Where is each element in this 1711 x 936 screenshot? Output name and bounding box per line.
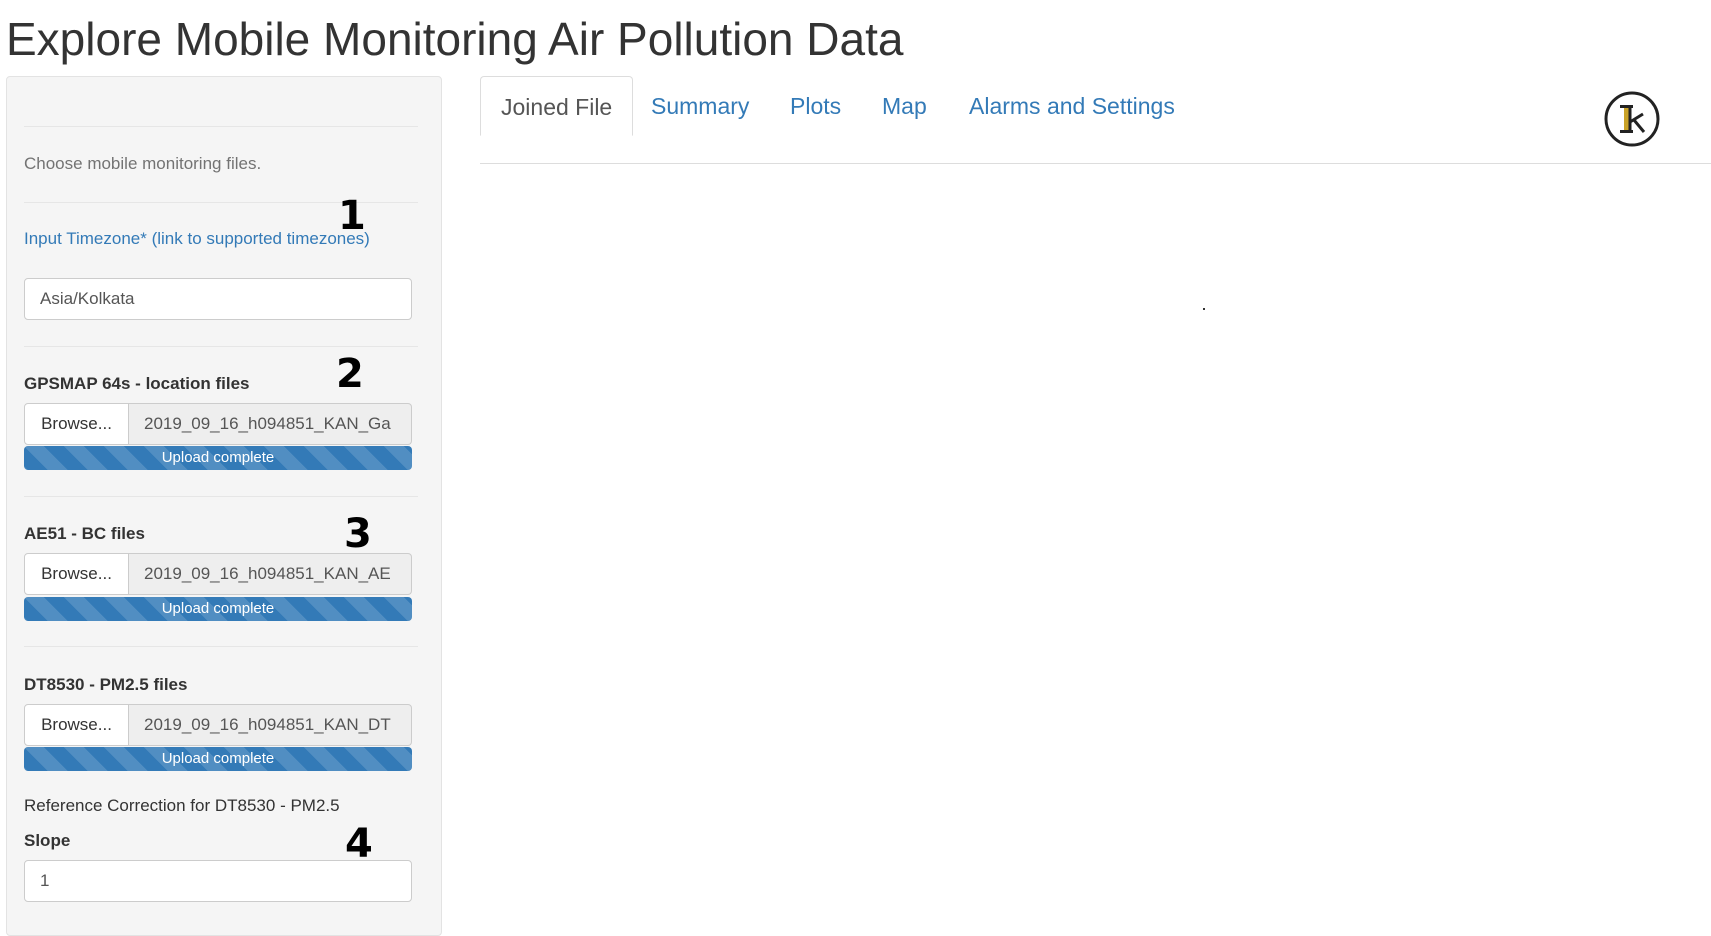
tab-plots[interactable]: Plots (770, 76, 861, 136)
slope-input[interactable] (24, 860, 412, 902)
ilk-logo-icon (1604, 91, 1660, 147)
reference-correction-label: Reference Correction for DT8530 - PM2.5 (24, 796, 340, 815)
bc-browse-button[interactable]: Browse... (24, 553, 129, 595)
step-marker-2: 2 (336, 351, 364, 397)
timezone-link[interactable]: Input Timezone* (link to supported timez… (24, 229, 370, 249)
divider (24, 646, 418, 647)
tab-joined-file[interactable]: Joined File (480, 76, 634, 136)
loading-dot (1203, 308, 1205, 310)
divider (24, 346, 418, 347)
gps-upload-progress: Upload complete (24, 446, 412, 470)
pm25-file-input: Browse... 2019_09_16_h094851_KAN_DT (24, 704, 412, 746)
tab-map[interactable]: Map (862, 76, 947, 136)
tab-bar: Joined File Summary Plots Map Alarms and… (480, 76, 1711, 164)
gps-file-input: Browse... 2019_09_16_h094851_KAN_Ga (24, 403, 412, 445)
divider (24, 496, 418, 497)
pm25-browse-button[interactable]: Browse... (24, 704, 129, 746)
bc-upload-progress: Upload complete (24, 597, 412, 621)
timezone-input[interactable] (24, 278, 412, 320)
pm25-progress-bar: Upload complete (24, 747, 412, 771)
pm25-upload-progress: Upload complete (24, 747, 412, 771)
divider (24, 126, 418, 127)
tab-summary[interactable]: Summary (631, 76, 769, 136)
page-title: Explore Mobile Monitoring Air Pollution … (6, 13, 904, 65)
help-text: Choose mobile monitoring files. (24, 154, 262, 173)
bc-file-input: Browse... 2019_09_16_h094851_KAN_AE (24, 553, 412, 595)
bc-files-label: AE51 - BC files (24, 524, 145, 543)
gps-file-name: 2019_09_16_h094851_KAN_Ga (129, 403, 412, 445)
tab-alarms-settings[interactable]: Alarms and Settings (949, 76, 1195, 136)
gps-progress-bar: Upload complete (24, 446, 412, 470)
step-marker-4: 4 (345, 821, 373, 867)
step-marker-3: 3 (344, 511, 372, 557)
gps-files-label: GPSMAP 64s - location files (24, 374, 250, 393)
gps-browse-button[interactable]: Browse... (24, 403, 129, 445)
step-marker-1: 1 (338, 193, 366, 239)
pm25-file-name: 2019_09_16_h094851_KAN_DT (129, 704, 412, 746)
bc-file-name: 2019_09_16_h094851_KAN_AE (129, 553, 412, 595)
pm25-files-label: DT8530 - PM2.5 files (24, 675, 188, 694)
slope-label: Slope (24, 831, 71, 850)
bc-progress-bar: Upload complete (24, 597, 412, 621)
